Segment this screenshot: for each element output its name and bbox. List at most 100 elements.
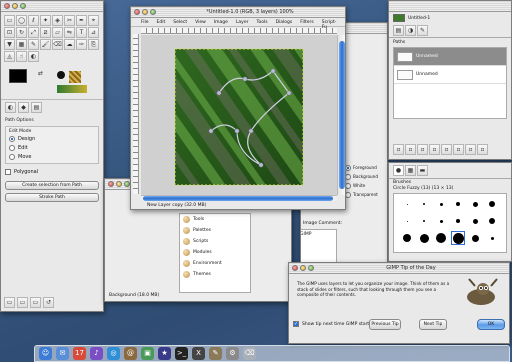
zoom-icon[interactable] [308, 265, 314, 271]
menu-script-fu[interactable]: Script-Fu [322, 20, 337, 30]
brush-item[interactable] [485, 248, 499, 252]
paintbrush-tool-icon[interactable]: 🖌 [40, 39, 51, 50]
menu-layer[interactable]: Layer [236, 20, 249, 25]
convolve-tool-icon[interactable]: ◬ [4, 51, 15, 62]
close-icon[interactable] [134, 9, 140, 15]
crop-tool-icon[interactable]: ⊡ [4, 27, 15, 38]
ink-tool-icon[interactable]: ✑ [76, 39, 87, 50]
fill-mode-option[interactable]: Transparent [345, 190, 387, 199]
brush-item[interactable] [400, 231, 414, 245]
polygonal-checkbox[interactable] [5, 169, 11, 175]
color-picker-tool-icon[interactable]: ⌖ [88, 15, 99, 26]
menu-file[interactable]: File [141, 20, 149, 25]
terminal-icon[interactable]: >_ [175, 347, 188, 360]
layers-tab-icon[interactable]: ▤ [393, 25, 404, 36]
horizontal-scrollbar[interactable] [141, 195, 337, 201]
patterns-tab-icon[interactable]: ▦ [405, 165, 416, 176]
minimize-icon[interactable] [300, 265, 306, 271]
pattern-preview[interactable] [69, 71, 81, 83]
brush-item[interactable] [468, 197, 482, 211]
selection-to-path-icon[interactable]: ▫ [453, 144, 464, 155]
list-item[interactable]: Modules [180, 247, 250, 258]
menu-select[interactable]: Select [173, 20, 187, 25]
list-item[interactable]: Environment [180, 258, 250, 269]
horizontal-scroll-thumb[interactable] [143, 196, 333, 201]
mode-move-radio[interactable] [9, 153, 15, 160]
fill-mode-option[interactable]: White [345, 181, 387, 190]
brush-item[interactable] [434, 231, 448, 245]
fuzzy-select-tool-icon[interactable]: ✦ [40, 15, 51, 26]
shear-tool-icon[interactable]: ⧄ [40, 27, 51, 38]
restore-options-icon[interactable]: ▭ [17, 297, 28, 308]
addressbook-icon[interactable]: @ [124, 347, 137, 360]
bucket-fill-tool-icon[interactable]: ▼ [4, 39, 15, 50]
canvas-area[interactable] [141, 35, 337, 195]
imovie-icon[interactable]: ★ [158, 347, 171, 360]
flip-tool-icon[interactable]: ⇋ [64, 27, 75, 38]
show-tip-checkbox[interactable]: ✓ [293, 321, 299, 327]
reset-options-icon[interactable]: ↺ [43, 297, 54, 308]
raise-path-icon[interactable]: ▫ [405, 144, 416, 155]
list-item[interactable]: Palettes [180, 225, 250, 236]
delete-options-icon[interactable]: ▭ [30, 297, 41, 308]
channels-tab-icon[interactable]: ◑ [405, 25, 416, 36]
mode-edit-row[interactable]: Edit [9, 143, 95, 152]
new-path-icon[interactable]: ▫ [393, 144, 404, 155]
blend-tool-icon[interactable]: ▦ [16, 39, 27, 50]
save-options-icon[interactable]: ▭ [4, 297, 15, 308]
brush-item[interactable] [417, 248, 431, 252]
scale-tool-icon[interactable]: ⤢ [28, 27, 39, 38]
lower-path-icon[interactable]: ▫ [417, 144, 428, 155]
finder-icon[interactable]: ☺ [39, 347, 52, 360]
scissors-tool-icon[interactable]: ✂ [64, 15, 75, 26]
ical-icon[interactable]: 17 [73, 347, 86, 360]
device-status-tab-icon[interactable]: ◆ [18, 102, 29, 113]
swap-colors-icon[interactable]: ⇄ [38, 70, 43, 77]
close-icon[interactable] [292, 265, 298, 271]
menu-tools[interactable]: Tools [256, 20, 267, 25]
list-item[interactable]: Scripts [180, 236, 250, 247]
x11-icon[interactable]: X [192, 347, 205, 360]
safari-icon[interactable]: ◎ [107, 347, 120, 360]
brush-item[interactable] [468, 231, 482, 245]
duplicate-path-icon[interactable]: ▫ [429, 144, 440, 155]
brush-item[interactable] [485, 214, 499, 228]
clone-tool-icon[interactable]: ⎘ [88, 39, 99, 50]
itunes-icon[interactable]: ♪ [90, 347, 103, 360]
brush-item[interactable] [434, 197, 448, 211]
stroke-path-button[interactable]: Stroke Path [5, 193, 99, 202]
tip-show-row[interactable]: ✓ Show tip next time GIMP starts [293, 321, 372, 327]
menu-edit[interactable]: Edit [157, 20, 166, 25]
foreground-color-swatch[interactable] [9, 69, 27, 83]
vertical-scroll-thumb[interactable] [339, 41, 345, 189]
path-to-selection-icon[interactable]: ▫ [441, 144, 452, 155]
menu-view[interactable]: View [195, 20, 206, 25]
polygonal-row[interactable]: Polygonal [5, 169, 99, 175]
list-item[interactable]: Themes [180, 269, 250, 280]
rect-select-tool-icon[interactable]: ▭ [4, 15, 15, 26]
minimize-icon[interactable] [116, 181, 122, 187]
perspective-tool-icon[interactable]: ▱ [52, 27, 63, 38]
brush-item[interactable] [434, 214, 448, 228]
rotate-tool-icon[interactable]: ↻ [16, 27, 27, 38]
fill-mode-option[interactable]: Foreground [345, 163, 387, 172]
list-item[interactable]: Tools [180, 214, 250, 225]
mail-icon[interactable]: ✉ [56, 347, 69, 360]
tool-options-tab-icon[interactable]: ◐ [5, 102, 16, 113]
gradient-preview[interactable] [57, 85, 87, 93]
brush-item[interactable] [400, 197, 414, 211]
toolbox-titlebar[interactable] [1, 1, 103, 12]
menu-image[interactable]: Image [214, 20, 228, 25]
brush-item[interactable] [451, 231, 465, 245]
menu-filters[interactable]: Filters [300, 20, 314, 25]
brush-item[interactable] [417, 231, 431, 245]
fill-mode-option[interactable]: Background [345, 172, 387, 181]
image-selector[interactable]: Untitled-1 [389, 12, 511, 24]
brush-item[interactable] [451, 248, 465, 252]
image-window-titlebar[interactable]: *Untitled-1.0 (RGB, 3 layers) 100% [131, 7, 345, 18]
measure-tool-icon[interactable]: ⊿ [88, 27, 99, 38]
close-icon[interactable] [108, 181, 114, 187]
trash-icon[interactable]: ⌫ [243, 347, 256, 360]
mode-design-radio[interactable] [9, 135, 15, 142]
brush-item[interactable] [400, 248, 414, 252]
